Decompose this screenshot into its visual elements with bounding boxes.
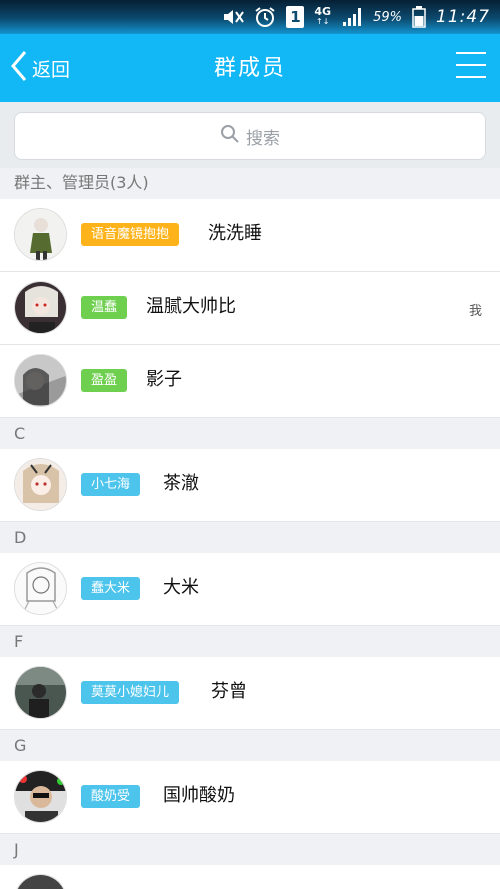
member-title-badge: 盈盈 xyxy=(81,369,128,392)
avatar xyxy=(14,208,67,261)
member-title-badge: 蠢大米 xyxy=(81,577,141,600)
list-item[interactable]: 蠢大米 大米 xyxy=(0,553,500,626)
hamburger-menu-icon[interactable] xyxy=(456,52,488,82)
section-header-admins: 群主、管理员(3人) xyxy=(0,168,500,198)
signal-icon xyxy=(341,6,363,28)
section-header-d: D xyxy=(0,523,500,553)
list-item[interactable]: 酸奶受 国帅酸奶 xyxy=(0,761,500,834)
sim-icon: 1 xyxy=(286,6,305,28)
section-header-g: G xyxy=(0,731,500,761)
section-header-c: C xyxy=(0,419,500,449)
list-item[interactable] xyxy=(0,865,500,889)
section-header-f: F xyxy=(0,627,500,657)
status-bar: 1 4G ↑↓ 59% 11:47 xyxy=(0,0,500,34)
avatar xyxy=(14,354,67,407)
list-item[interactable]: 温蠢 温腻大帅比 我 xyxy=(0,272,500,345)
page-title: 群成员 xyxy=(213,56,286,81)
self-indicator: 我 xyxy=(468,304,482,319)
mute-icon xyxy=(222,8,245,26)
battery-icon xyxy=(412,6,426,28)
avatar xyxy=(14,562,67,615)
search-input[interactable]: 搜索 xyxy=(14,112,486,160)
avatar xyxy=(14,666,67,719)
alarm-icon xyxy=(254,6,276,28)
member-title-badge: 语音魔镜抱抱 xyxy=(81,223,180,246)
title-bar: 返回 群成员 xyxy=(0,34,500,102)
member-name: 温腻大帅比 xyxy=(146,296,236,317)
member-name: 洗洗睡 xyxy=(208,223,262,244)
member-title-badge: 莫莫小媳妇儿 xyxy=(81,681,180,704)
battery-percent: 59% xyxy=(373,9,402,25)
search-icon xyxy=(220,124,240,149)
list-item[interactable]: 盈盈 影子 xyxy=(0,345,500,418)
member-name: 茶澈 xyxy=(163,473,199,494)
avatar xyxy=(14,281,67,334)
clock: 11:47 xyxy=(436,7,490,27)
member-name: 芬曾 xyxy=(211,681,247,702)
member-title-badge: 酸奶受 xyxy=(81,785,141,808)
member-title-badge: 小七海 xyxy=(81,473,141,496)
list-item[interactable]: 莫莫小媳妇儿 芬曾 xyxy=(0,657,500,730)
list-item[interactable]: 小七海 茶澈 xyxy=(0,449,500,522)
avatar xyxy=(14,458,67,511)
section-header-j: J xyxy=(0,835,500,865)
member-name: 国帅酸奶 xyxy=(163,785,235,806)
member-title-badge: 温蠢 xyxy=(81,296,128,319)
avatar xyxy=(14,770,67,823)
list-item[interactable]: 语音魔镜抱抱 洗洗睡 xyxy=(0,199,500,272)
member-name: 大米 xyxy=(163,577,199,598)
member-name: 影子 xyxy=(146,369,182,390)
search-area: 搜索 xyxy=(0,102,500,168)
avatar xyxy=(14,874,67,889)
search-placeholder: 搜索 xyxy=(246,128,280,149)
network-type: 4G ↑↓ xyxy=(314,5,332,26)
